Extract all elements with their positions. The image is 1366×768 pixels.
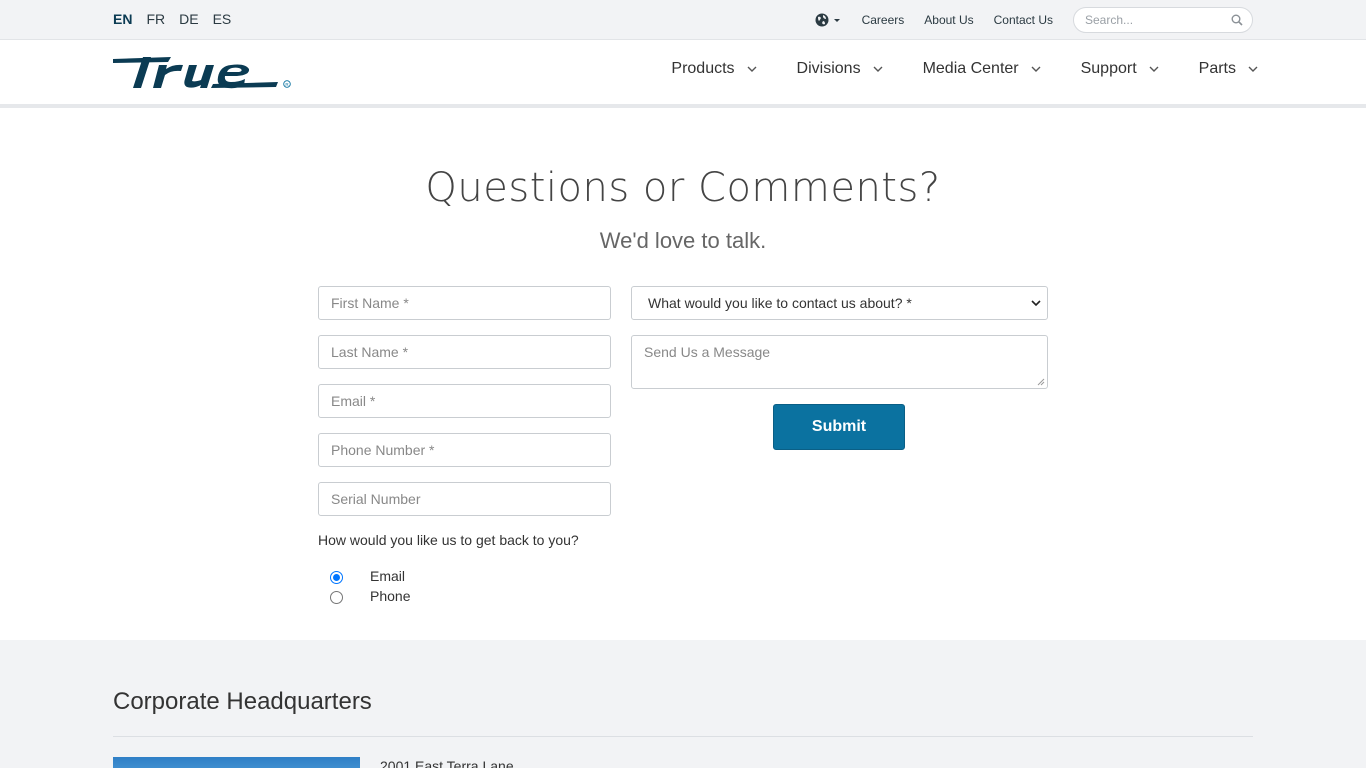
nav-item-label: Support [1080,60,1137,77]
search-box [1073,7,1253,33]
lang-de[interactable]: DE [179,11,198,27]
search-icon[interactable] [1231,14,1243,26]
divider [113,736,1253,737]
language-switcher: EN FR DE ES [113,11,245,27]
headquarters-title: Corporate Headquarters [113,688,372,715]
about-us-link[interactable]: About Us [924,13,973,27]
nav-item-support[interactable]: Support [1081,60,1159,78]
search-input[interactable] [1074,8,1224,32]
lang-en[interactable]: EN [113,11,132,27]
page-title: Questions or Comments? [425,165,941,211]
headquarters-section: Corporate Headquarters 2001 East Terra L… [0,640,1366,768]
nav-item-divisions[interactable]: Divisions [797,60,883,78]
chevron-down-icon [1031,299,1041,306]
phone-field [318,433,611,467]
message-field [631,335,1048,389]
phone-radio-label: Phone [370,588,411,604]
utility-links: Careers About Us Contact Us [815,7,1253,33]
nav-item-label: Divisions [796,60,861,77]
phone-input[interactable] [319,434,610,466]
headquarters-address: 2001 East Terra Lane [380,758,514,768]
submit-button[interactable]: Submit [773,404,905,450]
lang-es[interactable]: ES [213,11,232,27]
chevron-down-icon [873,66,883,72]
first-name-input[interactable] [319,287,610,319]
careers-link[interactable]: Careers [862,13,905,27]
phone-radio[interactable] [330,591,343,604]
nav-menu: Products Divisions Media Center Support … [631,60,1258,78]
nav-item-media-center[interactable]: Media Center [923,60,1041,78]
nav-item-label: Parts [1198,60,1236,77]
chevron-down-icon [1149,66,1159,72]
first-name-field [318,286,611,320]
serial-number-input[interactable] [319,483,610,515]
headquarters-image [113,757,360,768]
last-name-input[interactable] [319,336,610,368]
last-name-field [318,335,611,369]
utility-bar: EN FR DE ES Careers About Us Contact Us [0,0,1366,40]
region-selector[interactable] [815,13,842,27]
contact-us-link[interactable]: Contact Us [994,13,1053,27]
true-logo[interactable]: R [113,51,293,96]
chevron-down-icon [1248,66,1258,72]
nav-item-products[interactable]: Products [671,60,757,78]
chevron-down-icon [747,66,757,72]
contact-option-phone: Phone [330,588,410,604]
email-radio-label: Email [370,568,406,584]
chevron-down-icon [833,19,840,22]
contact-topic-select[interactable]: What would you like to contact us about?… [631,286,1048,320]
email-field [318,384,611,418]
email-radio[interactable] [330,571,343,584]
nav-item-label: Media Center [922,60,1019,77]
contact-topic-value: What would you like to contact us about?… [648,295,912,311]
contact-method-question: How would you like us to get back to you… [318,532,579,548]
email-input[interactable] [319,385,610,417]
nav-item-label: Products [671,60,735,77]
message-textarea[interactable] [632,336,1047,388]
nav-item-parts[interactable]: Parts [1199,60,1258,78]
resize-grip-icon[interactable] [1037,378,1045,386]
lang-fr[interactable]: FR [146,11,165,27]
globe-icon [815,13,829,27]
chevron-down-icon [1031,66,1041,72]
serial-number-field [318,482,611,516]
main-navigation: R Products Divisions Media Center Suppor… [0,40,1366,108]
page-subtitle: We'd love to talk. [599,228,767,253]
contact-option-email: Email [330,568,405,584]
true-logo-icon: R [113,57,291,89]
